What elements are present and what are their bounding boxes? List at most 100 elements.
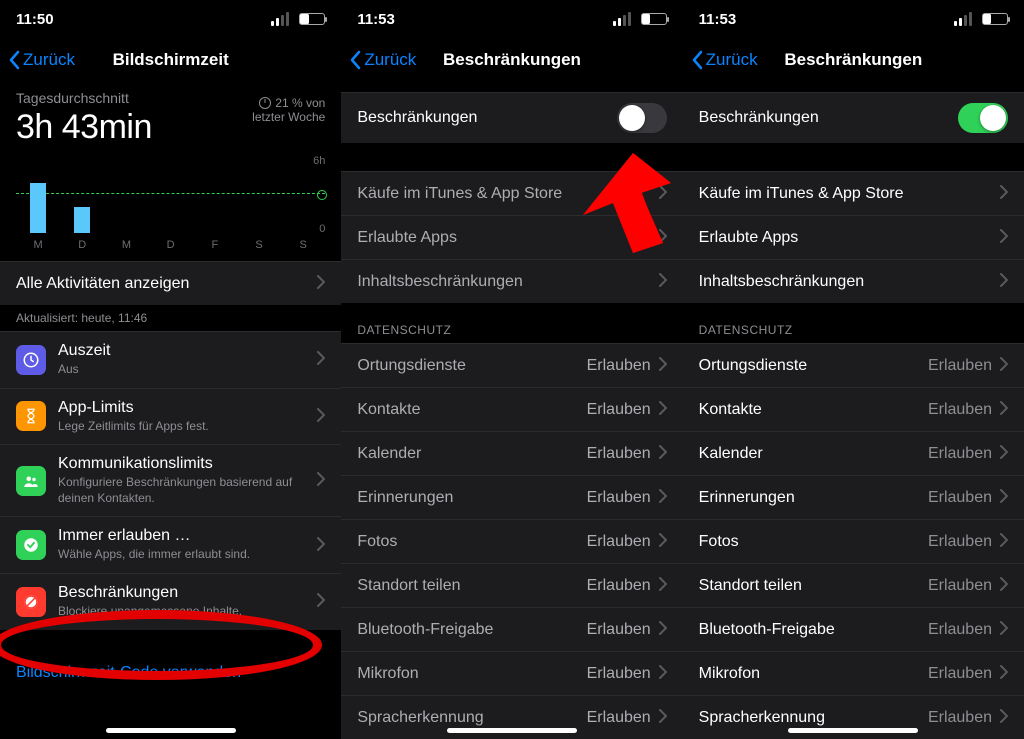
chevron-right-icon (659, 442, 667, 465)
chevron-right-icon (317, 272, 325, 295)
row-share-location[interactable]: Standort teilenErlauben (341, 563, 682, 607)
back-label: Zurück (23, 50, 75, 70)
row-communication-limits[interactable]: Kommunikationslimits Konfiguriere Beschr… (0, 444, 341, 516)
section-privacy: Datenschutz (683, 303, 1024, 343)
battery-icon (641, 13, 667, 25)
chevron-right-icon (1000, 442, 1008, 465)
back-label: Zurück (364, 50, 416, 70)
back-button[interactable]: Zurück (691, 50, 758, 70)
row-photos[interactable]: FotosErlauben (683, 519, 1024, 563)
downtime-icon (16, 345, 46, 375)
x-axis: MDMDFSS (16, 239, 325, 251)
clock-icon (259, 97, 271, 109)
restrictions-toggle[interactable] (958, 103, 1008, 133)
nav-header: Zurück Beschränkungen (683, 38, 1024, 82)
chevron-right-icon (659, 354, 667, 377)
chevron-right-icon (1000, 354, 1008, 377)
hourglass-icon (16, 401, 46, 431)
row-allowed-apps[interactable]: Erlaubte Apps (683, 215, 1024, 259)
row-photos[interactable]: FotosErlauben (341, 519, 682, 563)
all-activities-row[interactable]: Alle Aktivitäten anzeigen (0, 261, 341, 305)
use-code-link[interactable]: Bildschirmzeit-Code verwenden (0, 650, 341, 696)
chevron-right-icon (659, 574, 667, 597)
chevron-right-icon (317, 534, 325, 557)
row-auszeit[interactable]: Auszeit Aus (0, 331, 341, 388)
row-contacts[interactable]: KontakteErlauben (683, 387, 1024, 431)
restrictions-toggle[interactable] (617, 103, 667, 133)
row-share-location[interactable]: Standort teilenErlauben (683, 563, 1024, 607)
chevron-right-icon (659, 226, 667, 249)
screen-restrictions-on: 11:53 Zurück Beschränkungen Beschränkung… (683, 0, 1024, 739)
home-indicator[interactable] (447, 728, 577, 733)
delta-box: 21 % von letzter Woche (252, 96, 325, 124)
chevron-right-icon (659, 662, 667, 685)
signal-icon (271, 12, 289, 26)
row-itunes-purchases[interactable]: Käufe im iTunes & App Store (341, 171, 682, 215)
bar-mon (30, 183, 46, 233)
row-always-allowed[interactable]: Immer erlauben … Wähle Apps, die immer e… (0, 516, 341, 573)
chevron-right-icon (659, 182, 667, 205)
back-button[interactable]: Zurück (349, 50, 416, 70)
usage-chart[interactable]: 6h 0 MDMDFSS (16, 157, 325, 251)
back-button[interactable]: Zurück (8, 50, 75, 70)
battery-icon (982, 13, 1008, 25)
screen-bildschirmzeit: 11:50 Zurück Bildschirmzeit Tagesdurchsc… (0, 0, 341, 739)
chevron-right-icon (1000, 270, 1008, 293)
chevron-right-icon (1000, 662, 1008, 685)
screen-restrictions-off: 11:53 Zurück Beschränkungen Beschränkung… (341, 0, 682, 739)
no-entry-icon (16, 587, 46, 617)
row-reminders[interactable]: ErinnerungenErlauben (683, 475, 1024, 519)
home-indicator[interactable] (788, 728, 918, 733)
status-time: 11:53 (699, 11, 737, 28)
row-content-restrictions[interactable]: Inhaltsbeschränkungen (341, 259, 682, 303)
status-bar: 11:53 (683, 0, 1024, 38)
chevron-right-icon (659, 270, 667, 293)
chevron-right-icon (1000, 530, 1008, 553)
chevron-right-icon (317, 590, 325, 613)
status-time: 11:50 (16, 11, 54, 28)
status-time: 11:53 (357, 11, 395, 28)
people-icon (16, 466, 46, 496)
chevron-left-icon (691, 50, 703, 70)
chevron-right-icon (1000, 226, 1008, 249)
checkmark-icon (16, 530, 46, 560)
chevron-right-icon (1000, 486, 1008, 509)
row-content-restrictions[interactable]: Inhaltsbeschränkungen (683, 259, 1024, 303)
restrictions-toggle-row[interactable]: Beschränkungen (683, 92, 1024, 143)
row-location-services[interactable]: OrtungsdiensteErlauben (683, 343, 1024, 387)
restrictions-toggle-row[interactable]: Beschränkungen (341, 92, 682, 143)
chevron-right-icon (1000, 182, 1008, 205)
row-calendar[interactable]: KalenderErlauben (341, 431, 682, 475)
chevron-right-icon (659, 398, 667, 421)
row-bluetooth-sharing[interactable]: Bluetooth-FreigabeErlauben (683, 607, 1024, 651)
home-indicator[interactable] (106, 728, 236, 733)
chevron-right-icon (317, 469, 325, 492)
row-bluetooth-sharing[interactable]: Bluetooth-FreigabeErlauben (341, 607, 682, 651)
nav-header: Zurück Beschränkungen (341, 38, 682, 82)
chevron-right-icon (1000, 618, 1008, 641)
chevron-right-icon (1000, 574, 1008, 597)
signal-icon (613, 12, 631, 26)
row-calendar[interactable]: KalenderErlauben (683, 431, 1024, 475)
chevron-right-icon (659, 530, 667, 553)
chevron-left-icon (349, 50, 361, 70)
row-contacts[interactable]: KontakteErlauben (341, 387, 682, 431)
section-privacy: Datenschutz (341, 303, 682, 343)
back-label: Zurück (706, 50, 758, 70)
row-location-services[interactable]: OrtungsdiensteErlauben (341, 343, 682, 387)
signal-icon (954, 12, 972, 26)
row-itunes-purchases[interactable]: Käufe im iTunes & App Store (683, 171, 1024, 215)
chevron-right-icon (317, 348, 325, 371)
row-restrictions[interactable]: Beschränkungen Blockiere unangemessene I… (0, 573, 341, 630)
status-bar: 11:53 (341, 0, 682, 38)
row-microphone[interactable]: MikrofonErlauben (341, 651, 682, 695)
nav-header: Zurück Bildschirmzeit (0, 38, 341, 82)
status-bar: 11:50 (0, 0, 341, 38)
row-microphone[interactable]: MikrofonErlauben (683, 651, 1024, 695)
row-reminders[interactable]: ErinnerungenErlauben (341, 475, 682, 519)
chevron-right-icon (659, 618, 667, 641)
row-allowed-apps[interactable]: Erlaubte Apps (341, 215, 682, 259)
row-app-limits[interactable]: App-Limits Lege Zeitlimits für Apps fest… (0, 388, 341, 445)
chevron-right-icon (1000, 706, 1008, 729)
chevron-right-icon (1000, 398, 1008, 421)
